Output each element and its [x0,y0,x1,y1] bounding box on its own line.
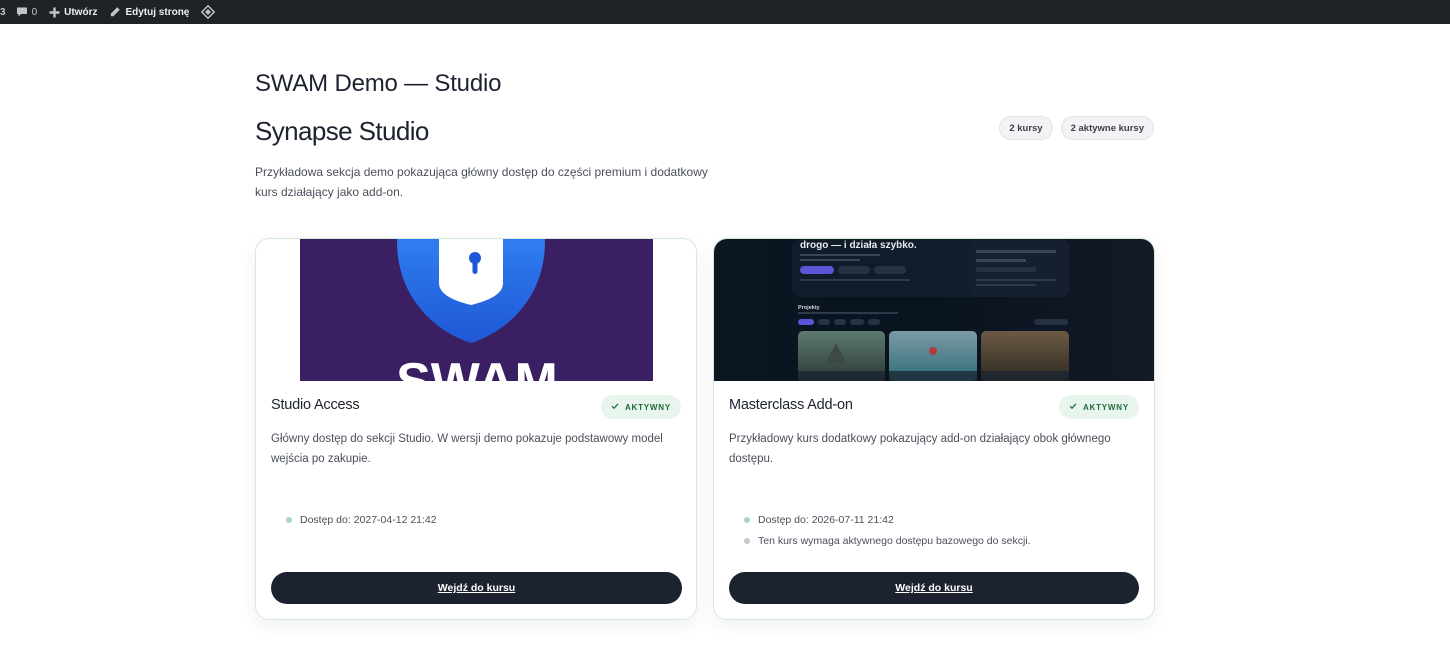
course-meta-list: Dostęp do: 2027-04-12 21:42 [286,509,437,530]
meta-item-access-date: Dostęp do: 2027-04-12 21:42 [286,509,437,530]
course-thumbnail[interactable]: SWAM [256,239,696,381]
enter-course-button[interactable]: Wejdź do kursu [271,572,682,604]
admin-bar-new[interactable]: Utwórz [43,0,103,24]
site-title: SWAM Demo — Studio [255,70,502,97]
course-thumbnail[interactable]: drogo — i działa szybko. Projekty [714,239,1154,381]
active-courses-chip: 2 aktywne kursy [1060,116,1154,140]
access-date-text: Dostęp do: 2026-07-11 21:42 [758,513,894,526]
admin-bar-new-label: Utwórz [64,6,98,18]
bullet-dot [286,516,292,523]
meta-item-access-date: Dostęp do: 2026-07-11 21:42 [744,509,1031,530]
diamond-icon [201,5,216,19]
status-badge: AKTYWNY [600,395,681,419]
meta-item-requirement: Ten kurs wymaga aktywnego dostępu bazowe… [744,530,1031,551]
course-title: Studio Access [271,397,360,413]
pencil-icon [109,6,121,18]
status-badge-label: AKTYWNY [624,402,671,412]
admin-bar: 3 0 Utwórz Edytuj stronę [0,0,1450,24]
screenshot-headline: drogo — i działa szybko. [800,240,917,251]
section-title: Synapse Studio [255,116,429,146]
course-meta-list: Dostęp do: 2026-07-11 21:42 Ten kurs wym… [744,509,1031,551]
course-card-studio-access: SWAM Studio Access AKTYWNY Główny dostęp… [255,238,697,620]
bullet-dot [744,537,750,544]
admin-bar-edit-label: Edytuj stronę [125,6,190,18]
access-date-text: Dostęp do: 2027-04-12 21:42 [300,513,437,526]
admin-bar-diamond-item[interactable] [195,0,221,24]
app-screenshot-image: drogo — i działa szybko. Projekty [714,239,1154,381]
comment-icon [16,6,28,18]
course-description: Główny dostęp do sekcji Studio. W wersji… [271,433,663,465]
admin-bar-comments[interactable]: 0 [10,0,44,24]
comments-count: 0 [31,6,38,18]
enter-course-button[interactable]: Wejdź do kursu [729,572,1139,604]
section-description: Przykładowa sekcja demo pokazująca główn… [255,165,708,199]
requirement-text: Ten kurs wymaga aktywnego dostępu bazowe… [758,534,1031,547]
check-icon [611,402,619,412]
status-badge: AKTYWNY [1058,395,1139,419]
swam-logo-text: SWAM [396,353,558,381]
plus-icon [49,7,60,18]
course-card-masterclass-addon: drogo — i działa szybko. Projekty Master… [713,238,1155,620]
status-badge-label: AKTYWNY [1082,402,1129,412]
admin-bar-cut-item[interactable]: 3 [0,0,10,24]
bullet-dot [744,516,750,523]
swam-logo-image: SWAM [256,239,696,381]
course-description: Przykładowy kurs dodatkowy pokazujący ad… [729,433,1111,465]
course-title: Masterclass Add-on [729,397,853,413]
courses-count-chip: 2 kursy [999,116,1053,140]
screenshot-section-label: Projekty [798,305,821,311]
section-chips: 2 kursy 2 aktywne kursy [999,116,1154,140]
admin-bar-edit-page[interactable]: Edytuj stronę [103,0,195,24]
check-icon [1069,402,1077,412]
